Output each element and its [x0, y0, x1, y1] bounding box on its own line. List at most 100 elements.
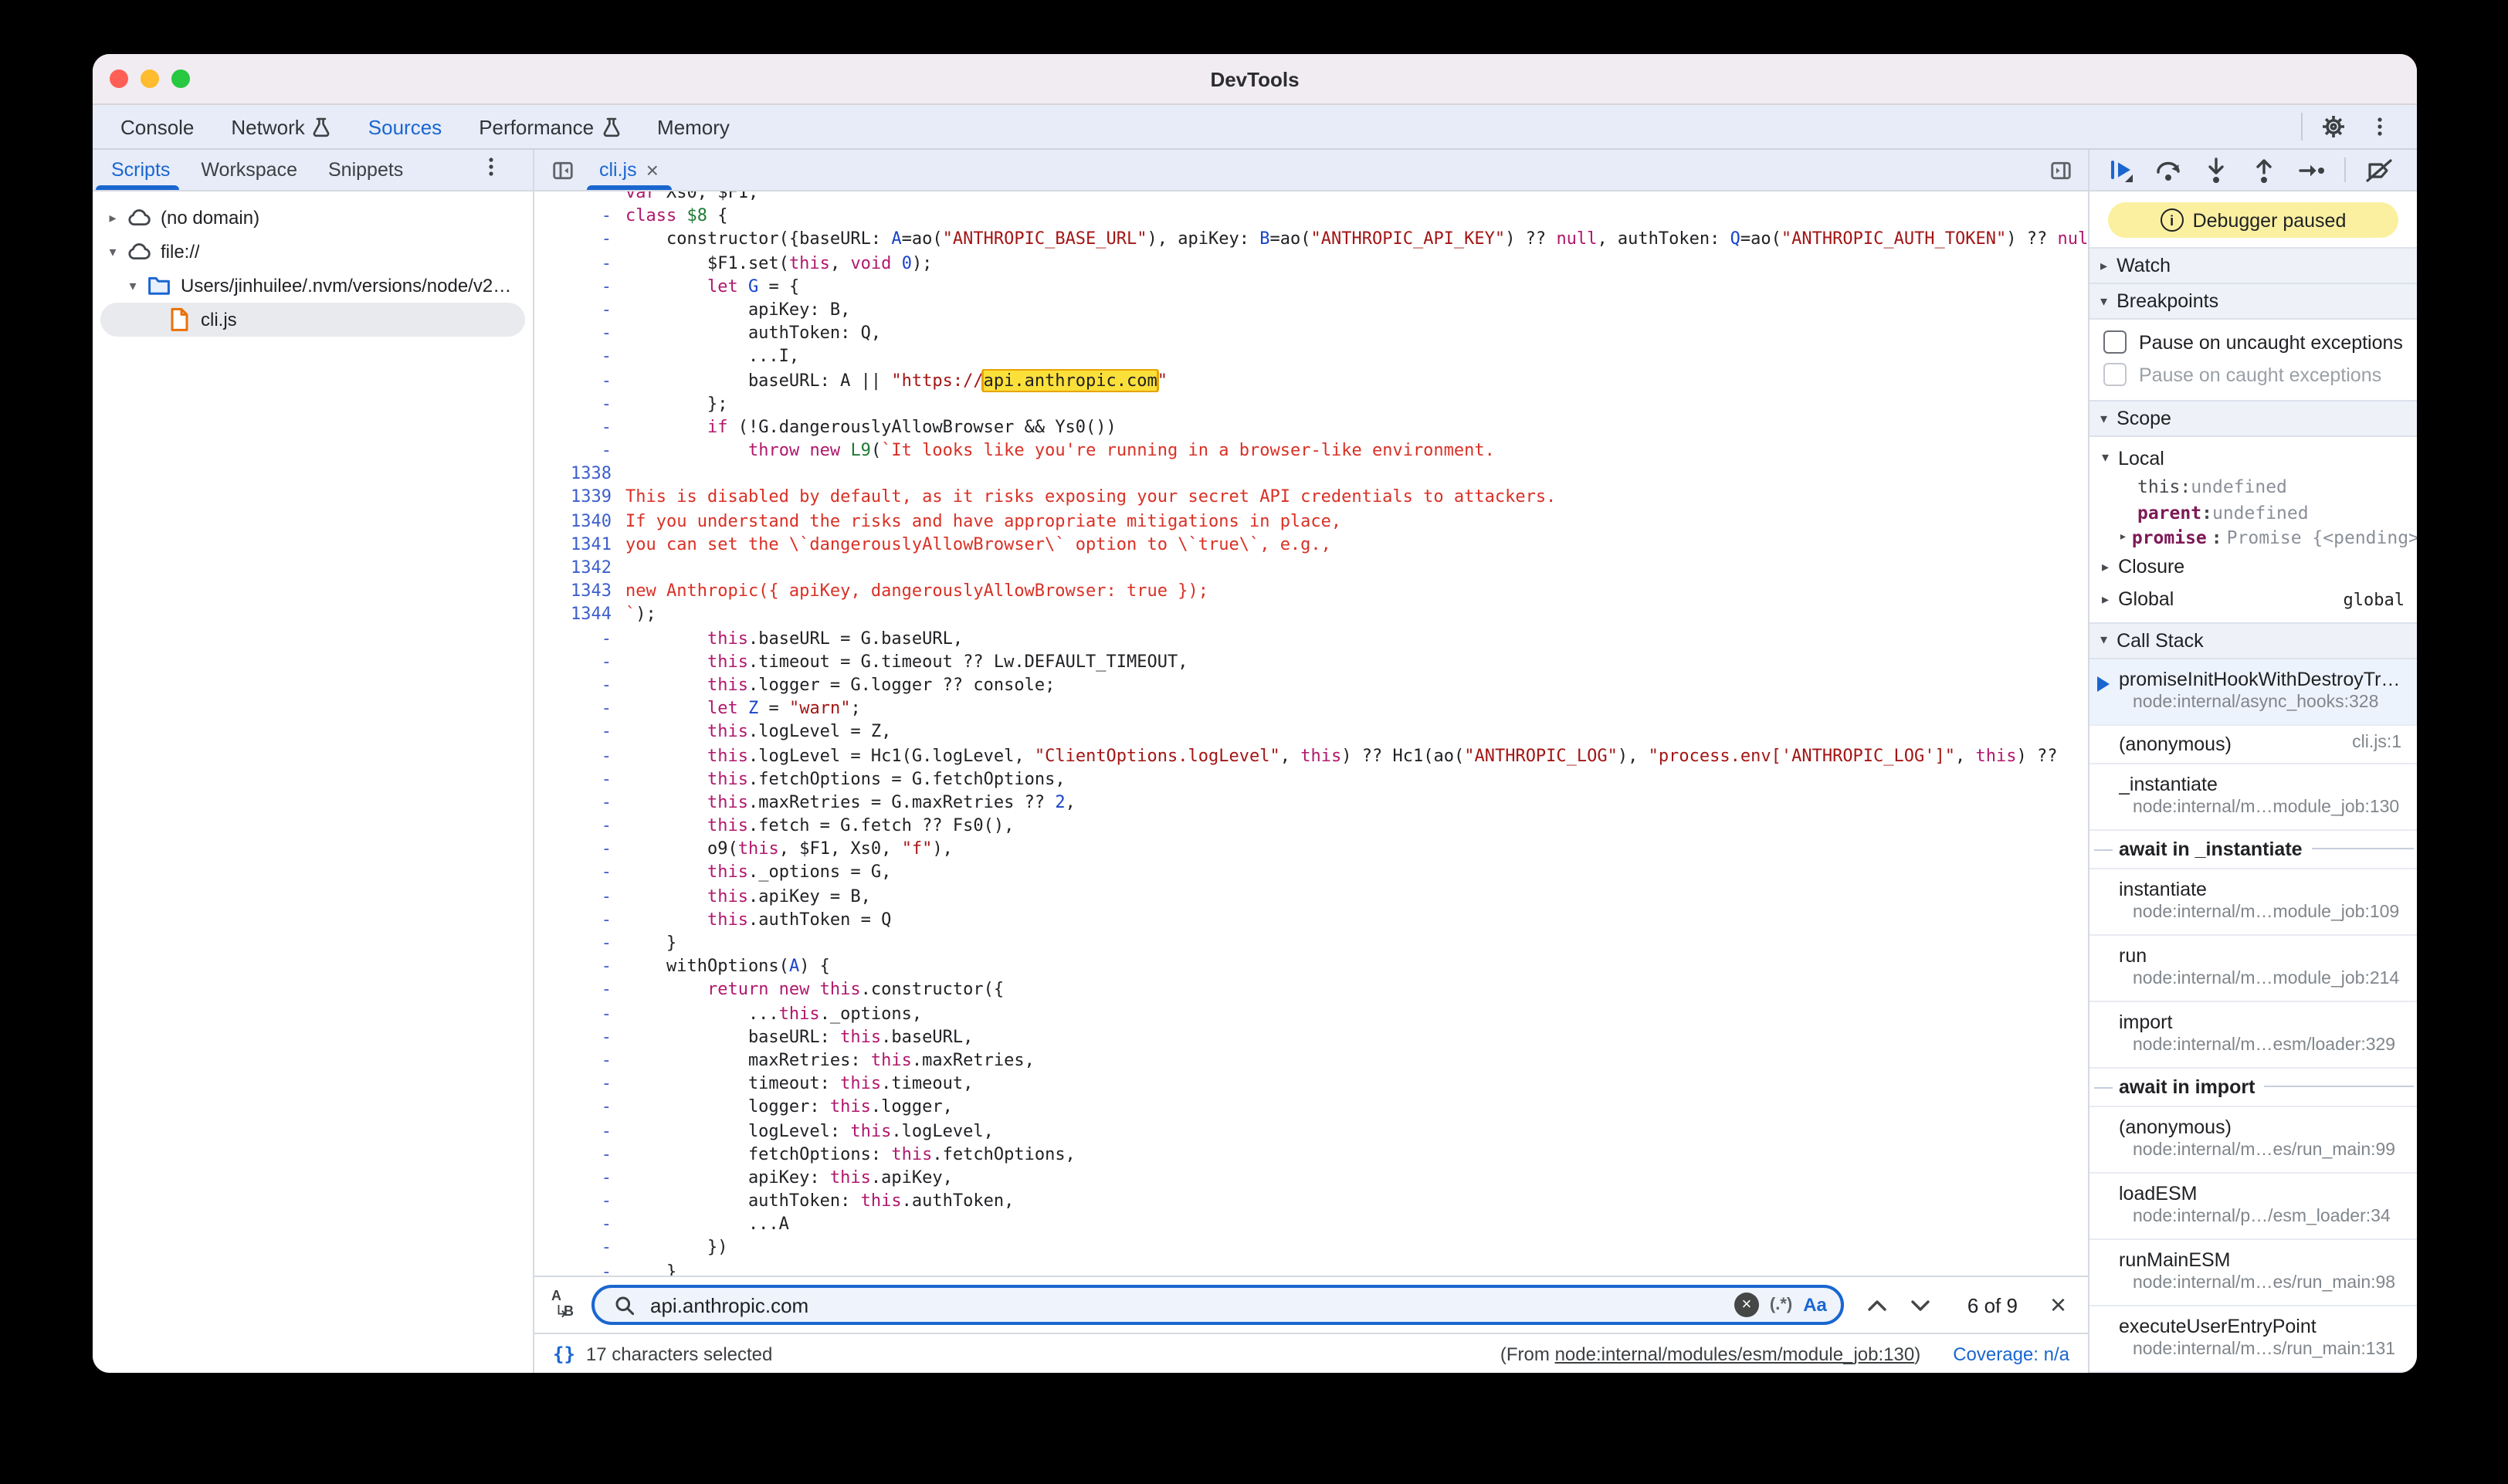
- section-scope[interactable]: ▾ Scope: [2089, 400, 2417, 437]
- code-line[interactable]: - apiKey: B,: [534, 298, 2088, 321]
- section-callstack[interactable]: ▾ Call Stack: [2089, 622, 2417, 659]
- code-line[interactable]: 1344`);: [534, 603, 2088, 626]
- tree-item-users-jinhuilee-nvm-versions-node-v2-[interactable]: ▾Users/jinhuilee/.nvm/versions/node/v2…: [93, 269, 533, 303]
- step-out-icon[interactable]: [2249, 154, 2279, 185]
- code-line[interactable]: - this.logger = G.logger ?? console;: [534, 673, 2088, 696]
- code-line[interactable]: - logLevel: this.logLevel,: [534, 1119, 2088, 1142]
- code-line[interactable]: - this.maxRetries = G.maxRetries ?? 2,: [534, 791, 2088, 814]
- close-search-icon[interactable]: ×: [2050, 1291, 2066, 1319]
- kebab-menu-icon[interactable]: [2364, 111, 2395, 142]
- code-line[interactable]: - let G = {: [534, 275, 2088, 298]
- callstack-frame[interactable]: _instantiatenode:internal/m…module_job:1…: [2089, 764, 2417, 830]
- code-line[interactable]: 1339This is disabled by default, as it r…: [534, 486, 2088, 509]
- code-line[interactable]: - }: [534, 931, 2088, 954]
- code-line[interactable]: - if (!G.dangerouslyAllowBrowser && Ys0(…: [534, 415, 2088, 439]
- deactivate-breakpoints-icon[interactable]: [2363, 154, 2394, 185]
- scope-local[interactable]: ▾ Local: [2089, 442, 2417, 474]
- callstack-frame[interactable]: importnode:internal/m…esm/loader:329: [2089, 1001, 2417, 1068]
- code-line[interactable]: - ...this._options,: [534, 1001, 2088, 1025]
- code-line[interactable]: - this.timeout = G.timeout ?? Lw.DEFAULT…: [534, 650, 2088, 673]
- tab-memory[interactable]: Memory: [639, 105, 748, 148]
- code-line[interactable]: - };: [534, 391, 2088, 415]
- next-match-icon[interactable]: [1910, 1294, 1932, 1316]
- tab-performance[interactable]: Performance: [460, 105, 639, 148]
- callstack-frame[interactable]: instantiatenode:internal/m…module_job:10…: [2089, 869, 2417, 935]
- regex-toggle[interactable]: (.*): [1770, 1296, 1792, 1314]
- clear-search-icon[interactable]: ×: [1734, 1293, 1759, 1317]
- code-line[interactable]: - this.logLevel = Hc1(G.logLevel, "Clien…: [534, 744, 2088, 767]
- scope-closure[interactable]: ▸ Closure: [2089, 551, 2417, 583]
- code-line[interactable]: - }: [534, 1259, 2088, 1276]
- source-origin-link[interactable]: node:internal/modules/esm/module_job:130: [1555, 1343, 1915, 1364]
- previous-match-icon[interactable]: [1867, 1294, 1889, 1316]
- code-line[interactable]: 1342: [534, 556, 2088, 579]
- editor-tab-clijs[interactable]: cli.js ×: [587, 150, 671, 190]
- code-line[interactable]: - authToken: this.authToken,: [534, 1189, 2088, 1212]
- tab-network[interactable]: Network: [212, 105, 349, 148]
- step-icon[interactable]: [2296, 154, 2327, 185]
- callstack-frame[interactable]: executeUserEntryPointnode:internal/m…s/r…: [2089, 1306, 2417, 1372]
- callstack-frame[interactable]: runnode:internal/m…module_job:214: [2089, 935, 2417, 1001]
- section-breakpoints[interactable]: ▾ Breakpoints: [2089, 284, 2417, 320]
- code-line[interactable]: -class $8 {: [534, 204, 2088, 227]
- navigator-kebab-menu-icon[interactable]: [480, 156, 502, 178]
- scope-global[interactable]: ▸ Global global: [2089, 583, 2417, 615]
- code-line[interactable]: var Xs0, $F1;: [534, 191, 2088, 204]
- breakpoint-option[interactable]: Pause on uncaught exceptions: [2089, 326, 2417, 358]
- tab-console[interactable]: Console: [102, 105, 212, 148]
- code-line[interactable]: 1340If you understand the risks and have…: [534, 509, 2088, 532]
- code-line[interactable]: - this._options = G,: [534, 861, 2088, 884]
- checkbox[interactable]: [2103, 363, 2127, 386]
- tab-sources[interactable]: Sources: [350, 105, 460, 148]
- pretty-print-icon[interactable]: {}: [553, 1343, 575, 1364]
- maximize-window-button[interactable]: [171, 69, 190, 88]
- navigator-tab-workspace[interactable]: Workspace: [185, 150, 313, 190]
- callstack-frame[interactable]: runMainESMnode:internal/m…es/run_main:98: [2089, 1239, 2417, 1306]
- step-into-icon[interactable]: [2201, 154, 2232, 185]
- code-line[interactable]: - ...A: [534, 1213, 2088, 1236]
- code-line[interactable]: - $F1.set(this, void 0);: [534, 251, 2088, 274]
- tab-close-icon[interactable]: ×: [646, 159, 659, 181]
- callstack-frame[interactable]: loadESMnode:internal/p…/esm_loader:34: [2089, 1173, 2417, 1239]
- minimize-window-button[interactable]: [141, 69, 159, 88]
- match-case-toggle[interactable]: Aa: [1803, 1294, 1827, 1316]
- code-line[interactable]: - this.fetch = G.fetch ?? Fs0(),: [534, 814, 2088, 837]
- code-line[interactable]: - }): [534, 1236, 2088, 1259]
- code-line[interactable]: - apiKey: this.apiKey,: [534, 1166, 2088, 1189]
- callstack-frame[interactable]: (anonymous)node:internal/m…main_module:2: [2089, 1372, 2417, 1373]
- tree-item-file-[interactable]: ▾file://: [93, 235, 533, 269]
- code-line[interactable]: - o9(this, $F1, Xs0, "f"),: [534, 838, 2088, 861]
- code-line[interactable]: - this.logLevel = Z,: [534, 720, 2088, 744]
- code-line[interactable]: - logger: this.logger,: [534, 1096, 2088, 1119]
- search-input[interactable]: [650, 1293, 1723, 1316]
- gear-icon[interactable]: [2318, 111, 2349, 142]
- tree-item--no-domain-[interactable]: ▸(no domain): [93, 201, 533, 235]
- code-line[interactable]: - baseURL: A || "https://api.anthropic.c…: [534, 368, 2088, 391]
- search-field[interactable]: × (.*) Aa: [591, 1285, 1844, 1325]
- code-line[interactable]: - this.apiKey = B,: [534, 884, 2088, 907]
- code-line[interactable]: - baseURL: this.baseURL,: [534, 1025, 2088, 1049]
- navigator-tab-snippets[interactable]: Snippets: [313, 150, 419, 190]
- code-line[interactable]: - authToken: Q,: [534, 321, 2088, 344]
- hide-navigator-icon[interactable]: [547, 154, 578, 185]
- coverage-link[interactable]: Coverage: n/a: [1953, 1343, 2069, 1364]
- breakpoint-option[interactable]: Pause on caught exceptions: [2089, 358, 2417, 391]
- code-editor[interactable]: var Xs0, $F1;-class $8 {- constructor({b…: [534, 191, 2088, 1276]
- scope-var-promise[interactable]: ▸promise: Promise {<pending>}: [2089, 525, 2417, 551]
- code-line[interactable]: 1341you can set the \`dangerouslyAllowBr…: [534, 533, 2088, 556]
- callstack-frame[interactable]: (anonymous)node:internal/m…es/run_main:9…: [2089, 1106, 2417, 1173]
- navigator-tab-scripts[interactable]: Scripts: [96, 150, 185, 190]
- callstack-frame[interactable]: promiseInitHookWithDestroyTr…node:intern…: [2089, 659, 2417, 725]
- section-watch[interactable]: ▸ Watch: [2089, 247, 2417, 284]
- checkbox[interactable]: [2103, 330, 2127, 354]
- code-line[interactable]: - timeout: this.timeout,: [534, 1072, 2088, 1095]
- code-line[interactable]: - return new this.constructor({: [534, 978, 2088, 1001]
- code-line[interactable]: - withOptions(A) {: [534, 954, 2088, 977]
- toggle-debugger-sidebar-icon[interactable]: [2045, 154, 2076, 185]
- resume-script-icon[interactable]: [2105, 154, 2136, 185]
- code-line[interactable]: 1338: [534, 462, 2088, 486]
- code-line[interactable]: - maxRetries: this.maxRetries,: [534, 1049, 2088, 1072]
- close-window-button[interactable]: [110, 69, 128, 88]
- code-line[interactable]: - fetchOptions: this.fetchOptions,: [534, 1142, 2088, 1165]
- code-line[interactable]: - this.fetchOptions = G.fetchOptions,: [534, 767, 2088, 790]
